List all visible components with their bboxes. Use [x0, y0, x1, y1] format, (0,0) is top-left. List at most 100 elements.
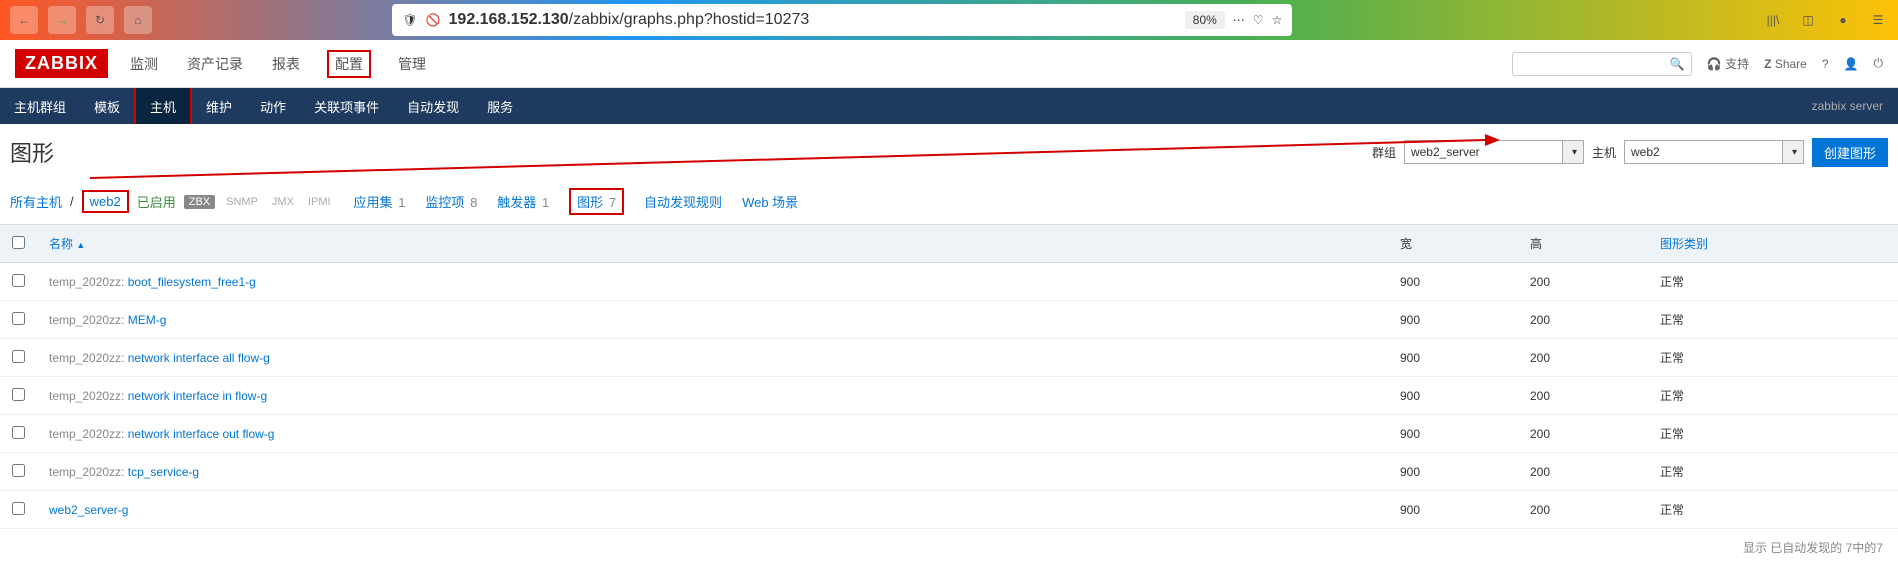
chevron-down-icon: ▾	[1572, 147, 1577, 158]
badge-ipmi: IPMI	[305, 195, 334, 209]
app-header: ZABBIX 监测 资产记录 报表 配置 管理 🔍 🎧 支持 Z Share ?…	[0, 40, 1898, 88]
table-row: temp_2020zz: MEM-g 900 200 正常	[0, 301, 1898, 339]
filter-graphs[interactable]: 图形 7	[569, 188, 624, 215]
column-height[interactable]: 高	[1518, 225, 1648, 263]
support-link[interactable]: 🎧 支持	[1707, 55, 1749, 72]
filter-web-scenarios[interactable]: Web 场景	[742, 192, 798, 211]
select-all-checkbox[interactable]	[12, 236, 25, 249]
account-icon[interactable]: ●	[1833, 10, 1853, 30]
group-label: 群组	[1372, 144, 1396, 161]
menu-reports[interactable]: 报表	[270, 50, 302, 78]
footer-summary: 显示 已自动发现的 7中的7	[0, 529, 1898, 566]
search-input[interactable]: 🔍	[1512, 52, 1692, 76]
submenu-maintenance[interactable]: 维护	[192, 88, 246, 124]
submenu-discovery[interactable]: 自动发现	[393, 88, 473, 124]
create-graph-button[interactable]: 创建图形	[1812, 138, 1888, 167]
row-width: 900	[1388, 415, 1518, 453]
menu-icon[interactable]: ☰	[1868, 10, 1888, 30]
host-select[interactable]: web2 ▾	[1624, 140, 1804, 164]
row-checkbox[interactable]	[12, 502, 25, 515]
column-width[interactable]: 宽	[1388, 225, 1518, 263]
row-checkbox[interactable]	[12, 388, 25, 401]
menu-inventory[interactable]: 资产记录	[185, 50, 245, 78]
submenu-actions[interactable]: 动作	[246, 88, 300, 124]
table-row: temp_2020zz: tcp_service-g 900 200 正常	[0, 453, 1898, 491]
url-bar[interactable]: 🛡 🚫 192.168.152.130/zabbix/graphs.php?ho…	[392, 4, 1292, 36]
row-width: 900	[1388, 453, 1518, 491]
menu-monitoring[interactable]: 监测	[128, 50, 160, 78]
menu-administration[interactable]: 管理	[396, 50, 428, 78]
help-icon[interactable]: ?	[1822, 57, 1829, 71]
row-checkbox[interactable]	[12, 350, 25, 363]
library-icon[interactable]: |||\	[1763, 10, 1783, 30]
row-height: 200	[1518, 453, 1648, 491]
share-link[interactable]: Z Share	[1764, 57, 1807, 71]
submenu-services[interactable]: 服务	[473, 88, 527, 124]
refresh-button[interactable]: ↻	[86, 6, 114, 34]
graph-link[interactable]: web2_server-g	[49, 503, 128, 517]
host-label: 主机	[1592, 144, 1616, 161]
row-height: 200	[1518, 491, 1648, 529]
sidebar-icon[interactable]: ◫	[1798, 10, 1818, 30]
row-width: 900	[1388, 491, 1518, 529]
filter-host[interactable]: web2	[82, 190, 129, 213]
browser-toolbar: ← → ↻ ⌂ 🛡 🚫 192.168.152.130/zabbix/graph…	[0, 0, 1898, 40]
table-row: temp_2020zz: boot_filesystem_free1-g 900…	[0, 263, 1898, 301]
url-text: 192.168.152.130/zabbix/graphs.php?hostid…	[449, 11, 1177, 29]
column-type[interactable]: 图形类别	[1648, 225, 1898, 263]
home-button[interactable]: ⌂	[124, 6, 152, 34]
column-name[interactable]: 名称 ▲	[37, 225, 1388, 263]
row-checkbox[interactable]	[12, 464, 25, 477]
row-width: 900	[1388, 339, 1518, 377]
graph-link[interactable]: network interface all flow-g	[128, 351, 270, 365]
row-prefix: temp_2020zz:	[49, 389, 124, 403]
forward-button[interactable]: →	[48, 6, 76, 34]
row-type: 正常	[1648, 301, 1898, 339]
graph-link[interactable]: boot_filesystem_free1-g	[128, 275, 256, 289]
submenu-correlation[interactable]: 关联项事件	[300, 88, 393, 124]
row-height: 200	[1518, 301, 1648, 339]
app-logo[interactable]: ZABBIX	[15, 49, 108, 78]
graph-link[interactable]: network interface out flow-g	[128, 427, 275, 441]
row-type: 正常	[1648, 339, 1898, 377]
row-prefix: temp_2020zz:	[49, 313, 124, 327]
filter-bar: 所有主机 / web2 已启用 ZBXSNMPJMXIPMI 应用集 1 监控项…	[0, 180, 1898, 224]
graph-link[interactable]: tcp_service-g	[128, 465, 199, 479]
row-width: 900	[1388, 301, 1518, 339]
row-checkbox[interactable]	[12, 312, 25, 325]
row-type: 正常	[1648, 415, 1898, 453]
bookmark-icon[interactable]: ☆	[1272, 13, 1283, 27]
filter-applications[interactable]: 应用集 1	[354, 192, 406, 211]
back-button[interactable]: ←	[10, 6, 38, 34]
row-checkbox[interactable]	[12, 274, 25, 287]
row-height: 200	[1518, 263, 1648, 301]
graph-link[interactable]: MEM-g	[128, 313, 167, 327]
search-icon: 🔍	[1670, 57, 1685, 71]
group-select[interactable]: web2_server ▾	[1404, 140, 1584, 164]
sort-asc-icon: ▲	[76, 240, 85, 250]
row-type: 正常	[1648, 453, 1898, 491]
zoom-level[interactable]: 80%	[1185, 11, 1225, 29]
filter-discovery-rules[interactable]: 自动发现规则	[644, 192, 722, 211]
filter-all-hosts[interactable]: 所有主机	[10, 192, 62, 211]
logout-icon[interactable]: ⏻	[1874, 56, 1884, 71]
table-row: temp_2020zz: network interface all flow-…	[0, 339, 1898, 377]
filter-triggers[interactable]: 触发器 1	[497, 192, 549, 211]
pocket-icon[interactable]: ♡	[1253, 13, 1264, 27]
submenu-hostgroups[interactable]: 主机群组	[0, 88, 80, 124]
user-icon[interactable]: 👤	[1844, 57, 1859, 71]
filter-enabled: 已启用	[137, 192, 176, 211]
badge-jmx: JMX	[269, 195, 297, 209]
row-height: 200	[1518, 377, 1648, 415]
submenu-hosts[interactable]: 主机	[134, 88, 192, 124]
row-checkbox[interactable]	[12, 426, 25, 439]
filter-items[interactable]: 监控项 8	[425, 192, 477, 211]
more-icon[interactable]: ⋯	[1233, 13, 1245, 27]
menu-configuration[interactable]: 配置	[327, 50, 371, 78]
main-menu: 监测 资产记录 报表 配置 管理	[128, 50, 428, 78]
submenu-templates[interactable]: 模板	[80, 88, 134, 124]
chevron-down-icon: ▾	[1792, 147, 1797, 158]
row-prefix: temp_2020zz:	[49, 427, 124, 441]
graph-link[interactable]: network interface in flow-g	[128, 389, 267, 403]
row-height: 200	[1518, 415, 1648, 453]
